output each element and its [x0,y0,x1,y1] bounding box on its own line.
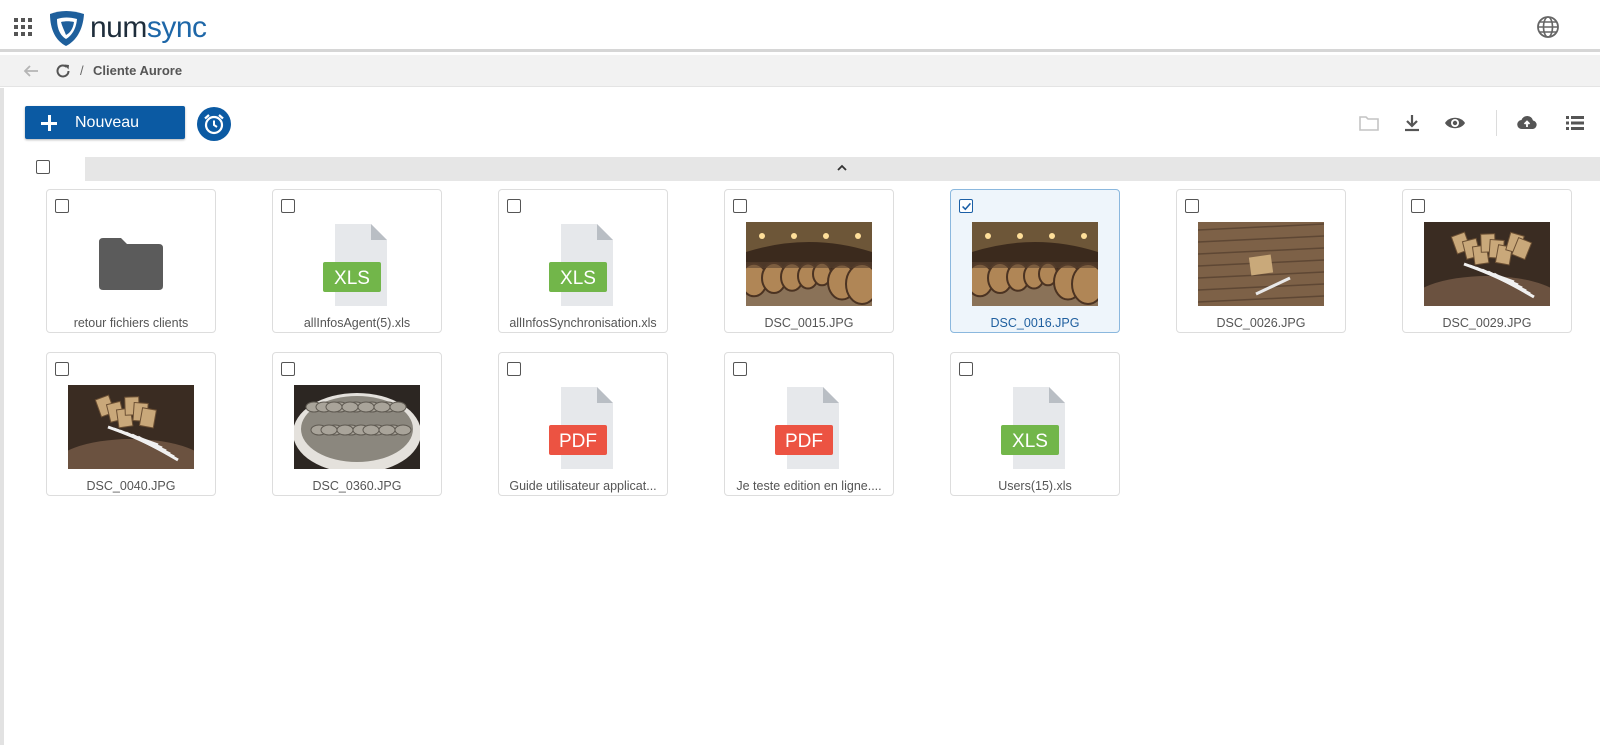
file-name: DSC_0360.JPG [312,479,402,493]
left-edge [0,88,4,745]
new-button[interactable]: Nouveau [25,106,185,139]
sort-bar[interactable] [85,157,1600,181]
file-card[interactable]: retour fichiers clients [46,189,216,333]
file-card[interactable]: PDF Je teste edition en ligne.... [724,352,894,496]
brand-logo[interactable]: numsync [46,8,207,48]
file-name: DSC_0026.JPG [1216,316,1306,330]
file-card[interactable]: PDF Guide utilisateur applicat... [498,352,668,496]
svg-text:PDF: PDF [559,431,597,452]
brand-name-part-b: sync [146,11,207,44]
eye-icon[interactable] [1444,112,1466,134]
image-thumbnail [68,385,194,469]
file-name: DSC_0029.JPG [1442,316,1532,330]
xls-file-icon: XLS [1001,385,1071,471]
pdf-file-icon: PDF [549,385,619,471]
plus-icon [41,114,57,131]
svg-text:PDF: PDF [785,431,823,452]
refresh-icon[interactable] [54,62,72,80]
xls-file-icon: XLS [549,222,619,308]
file-checkbox[interactable] [55,199,69,213]
file-checkbox[interactable] [507,362,521,376]
image-thumbnail [294,385,420,469]
app-header: numsync [0,0,1600,52]
apps-grid-icon[interactable] [14,18,32,36]
file-card[interactable]: DSC_0026.JPG [1176,189,1346,333]
file-checkbox[interactable] [733,362,747,376]
alarm-clock-icon [204,114,224,135]
select-all-checkbox[interactable] [36,160,50,174]
file-card[interactable]: DSC_0360.JPG [272,352,442,496]
xls-file-icon: XLS [323,222,393,308]
image-thumbnail [746,222,872,306]
file-checkbox[interactable] [281,362,295,376]
breadcrumb: / Cliente Aurore [0,55,1600,87]
breadcrumb-separator: / [80,63,84,78]
list-view-icon[interactable] [1564,112,1586,134]
file-name: DSC_0015.JPG [764,316,854,330]
file-card[interactable]: DSC_0015.JPG [724,189,894,333]
new-button-label: Nouveau [75,113,140,131]
brand-name-part-a: num [90,11,147,44]
pdf-file-icon: PDF [775,385,845,471]
file-checkbox[interactable] [959,199,973,213]
file-checkbox[interactable] [507,199,521,213]
file-checkbox[interactable] [959,362,973,376]
numsync-logo-icon [50,11,84,46]
file-checkbox[interactable] [1185,199,1199,213]
chevron-up-icon [837,164,847,171]
file-name: Guide utilisateur applicat... [509,479,657,493]
file-name: allInfosSynchronisation.xls [509,316,657,330]
image-thumbnail [1198,222,1324,306]
folder-icon[interactable] [1358,112,1380,134]
file-card[interactable]: XLS Users(15).xls [950,352,1120,496]
checkmark-icon [961,202,971,210]
file-checkbox[interactable] [733,199,747,213]
file-checkbox[interactable] [55,362,69,376]
svg-text:XLS: XLS [1012,431,1048,452]
back-arrow-icon[interactable] [22,63,40,79]
file-card[interactable]: XLS allInfosAgent(5).xls [272,189,442,333]
file-name: retour fichiers clients [73,316,189,330]
cloud-upload-icon[interactable] [1516,112,1538,134]
download-icon[interactable] [1401,112,1423,134]
alarm-clock-button[interactable] [197,107,231,141]
file-checkbox[interactable] [281,199,295,213]
image-thumbnail [972,222,1098,306]
toolbar-divider [1496,110,1497,136]
file-name: DSC_0040.JPG [86,479,176,493]
file-name: allInfosAgent(5).xls [303,316,411,330]
file-card[interactable]: DSC_0016.JPG [950,189,1120,333]
svg-text:XLS: XLS [560,268,596,289]
file-card[interactable]: XLS allInfosSynchronisation.xls [498,189,668,333]
file-name: Users(15).xls [998,479,1072,493]
breadcrumb-current[interactable]: Cliente Aurore [93,63,182,78]
file-name: Je teste edition en ligne.... [736,479,882,493]
globe-icon[interactable] [1536,15,1560,39]
file-card[interactable]: DSC_0029.JPG [1402,189,1572,333]
file-card[interactable]: DSC_0040.JPG [46,352,216,496]
folder-icon [97,236,165,292]
svg-text:XLS: XLS [334,268,370,289]
image-thumbnail [1424,222,1550,306]
file-name: DSC_0016.JPG [990,316,1080,330]
brand-name: numsync [90,8,207,48]
file-checkbox[interactable] [1411,199,1425,213]
